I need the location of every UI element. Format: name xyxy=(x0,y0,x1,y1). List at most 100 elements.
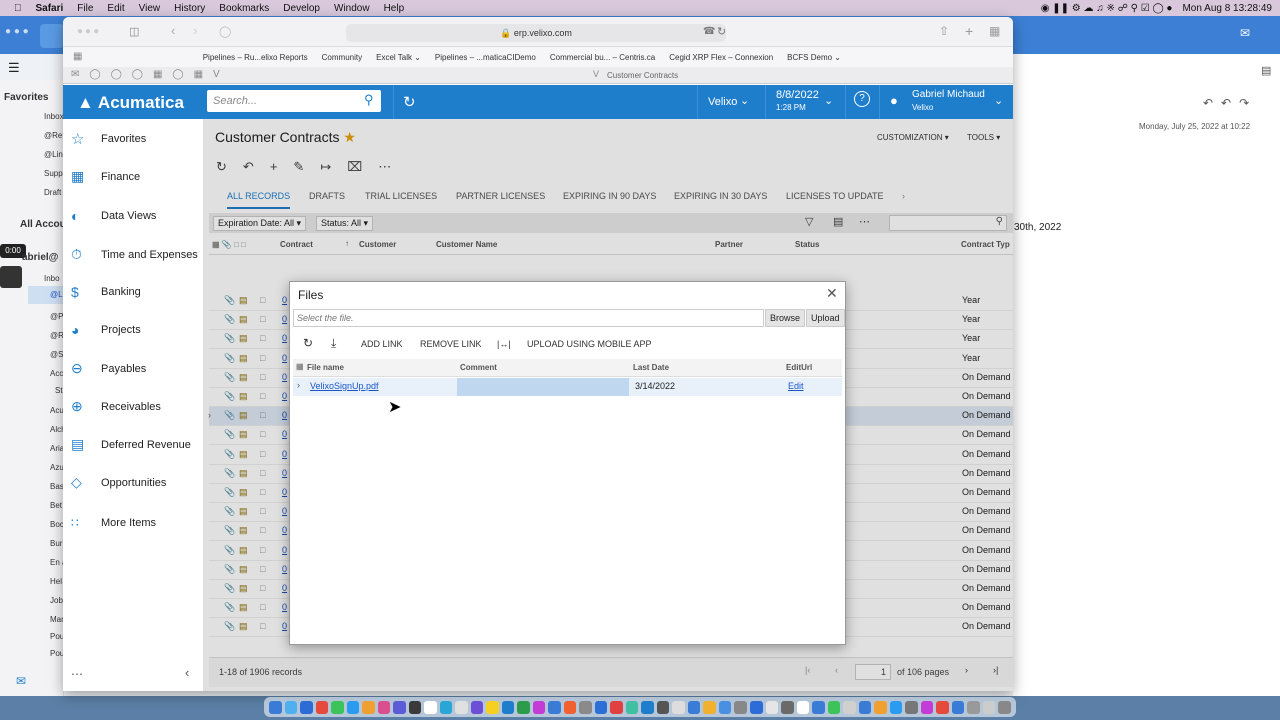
bookmark-item[interactable]: Excel Talk ⌄ xyxy=(376,53,421,62)
file-row[interactable]: › VelixoSignUp.pdf 3/14/2022 Edit xyxy=(293,378,842,396)
dock-app-icon[interactable] xyxy=(765,700,779,714)
record-stop-button[interactable] xyxy=(0,266,22,288)
compose-icon[interactable] xyxy=(40,24,64,48)
add-link-button[interactable]: ADD LINK xyxy=(361,339,403,349)
menu-safari[interactable]: Safari xyxy=(36,3,64,14)
dock-app-icon[interactable] xyxy=(408,700,422,714)
history-button[interactable]: ↻ xyxy=(393,85,427,119)
dock-app-icon[interactable] xyxy=(672,700,685,714)
bookmark-item[interactable]: BCFS Demo ⌄ xyxy=(787,53,841,62)
bookmark-item[interactable]: Pipelines – ...maticaCIDemo xyxy=(435,53,536,62)
menu-favorites[interactable]: ☆ Favorites xyxy=(71,130,146,148)
menu-opportunities[interactable]: ◇ Opportunities xyxy=(71,474,166,491)
mail-folder[interactable]: Supp xyxy=(44,169,63,178)
collapse-menu-icon[interactable]: ‹ xyxy=(185,665,189,680)
dock-app-icon[interactable] xyxy=(315,700,329,714)
menu-finance[interactable]: ▦ Finance xyxy=(71,168,140,185)
dock-app-icon[interactable] xyxy=(827,700,841,714)
dock-app-icon[interactable] xyxy=(874,700,887,714)
grid-settings-icon[interactable]: ▦ xyxy=(296,362,304,371)
dock-app-icon[interactable] xyxy=(532,700,546,714)
sidebar-toggle-icon[interactable]: ☰ xyxy=(8,60,20,76)
mail-folder[interactable]: Acu xyxy=(50,406,64,415)
dock-app-icon[interactable] xyxy=(501,700,515,714)
layout-icon[interactable]: ▤ xyxy=(1261,64,1271,77)
menu-window[interactable]: Window xyxy=(334,3,370,14)
dock-app-icon[interactable] xyxy=(718,700,732,714)
dock-app-icon[interactable] xyxy=(967,700,980,714)
new-tab-icon[interactable]: + xyxy=(965,23,973,39)
dock-app-icon[interactable] xyxy=(656,700,670,714)
privacy-icon[interactable]: ◯ xyxy=(219,25,231,38)
dock-app-icon[interactable] xyxy=(517,700,530,714)
mail-folder[interactable]: Boc xyxy=(50,520,64,529)
col-comment[interactable]: Comment xyxy=(460,363,497,372)
grid-icon[interactable]: ▦ xyxy=(73,51,82,62)
file-name-link[interactable]: VelixoSignUp.pdf xyxy=(310,381,379,391)
menu-file[interactable]: File xyxy=(77,3,93,14)
menu-help[interactable]: Help xyxy=(384,3,405,14)
mail-folder[interactable]: Inbo xyxy=(44,274,60,283)
dock-app-icon[interactable] xyxy=(641,700,654,714)
upload-button[interactable]: Upload xyxy=(806,309,845,327)
dock-app-icon[interactable] xyxy=(749,700,763,714)
mail-folder[interactable]: Azu xyxy=(50,463,64,472)
help-button[interactable]: ? xyxy=(845,85,879,119)
expand-row-icon[interactable]: › xyxy=(297,380,300,390)
translate-icon[interactable]: ☎ xyxy=(703,26,715,37)
dock-app-icon[interactable] xyxy=(300,700,313,714)
dock-app-icon[interactable] xyxy=(610,700,623,714)
share-icon[interactable]: ⇧ xyxy=(939,24,949,38)
search-icon[interactable]: ⚲ xyxy=(364,92,374,108)
dock-app-icon[interactable] xyxy=(470,700,484,714)
mail-folder[interactable]: @Lin xyxy=(44,150,63,159)
close-icon[interactable]: ✕ xyxy=(826,285,838,302)
dock-app-icon[interactable] xyxy=(796,700,810,714)
bookmark-item[interactable]: Pipelines – Ru...elixo Reports xyxy=(203,53,308,62)
menu-payables[interactable]: ⊖ Payables xyxy=(71,360,146,377)
menu-more-items[interactable]: ∷ More Items xyxy=(71,516,156,530)
acumatica-logo[interactable]: ▲ Acumatica xyxy=(77,93,184,113)
menu-view[interactable]: View xyxy=(139,3,161,14)
dock-app-icon[interactable] xyxy=(951,700,965,714)
dock-app-icon[interactable] xyxy=(858,700,872,714)
dock-app-icon[interactable] xyxy=(982,700,996,714)
mail-folder[interactable]: Job xyxy=(50,596,63,605)
dock-app-icon[interactable] xyxy=(843,700,856,714)
dock-app-icon[interactable] xyxy=(781,700,794,714)
search-input[interactable]: Search... xyxy=(207,90,381,112)
mail-folder[interactable]: Hel xyxy=(50,577,62,586)
user-menu[interactable]: ● Gabriel Michaud Velixo ⌄ xyxy=(879,85,1013,119)
remove-link-button[interactable]: REMOVE LINK xyxy=(420,339,482,349)
upload-mobile-button[interactable]: UPLOAD USING MOBILE APP xyxy=(527,339,652,349)
mail-icon[interactable]: ✉ xyxy=(16,674,26,688)
dock-app-icon[interactable] xyxy=(563,700,577,714)
menu-history[interactable]: History xyxy=(174,3,205,14)
reload-icon[interactable]: ↻ xyxy=(717,25,726,38)
dock-app-icon[interactable] xyxy=(439,700,453,714)
dock-app-icon[interactable] xyxy=(377,700,391,714)
menu-develop[interactable]: Develop xyxy=(283,3,320,14)
back-icon[interactable]: ‹ xyxy=(171,23,175,38)
download-icon[interactable]: ⤓ xyxy=(331,336,336,351)
address-bar[interactable]: 🔒 erp.velixo.com xyxy=(346,24,726,42)
dock-app-icon[interactable] xyxy=(594,700,608,714)
sidebar-icon[interactable]: ◫ xyxy=(129,25,139,38)
dock-app-icon[interactable] xyxy=(579,700,592,714)
menu-bookmarks[interactable]: Bookmarks xyxy=(219,3,269,14)
mail-folder[interactable]: Bas xyxy=(50,482,64,491)
window-controls-icon[interactable]: ● ● ● xyxy=(5,26,29,37)
dock-app-icon[interactable] xyxy=(455,700,468,714)
company-selector[interactable]: Velixo ⌄ xyxy=(697,85,765,119)
mail-folder[interactable]: Draft xyxy=(44,188,61,197)
bookmark-item[interactable]: Community xyxy=(322,53,362,62)
menubar-clock[interactable]: Mon Aug 8 13:28:49 xyxy=(1182,3,1272,14)
mail-folder[interactable]: @Re xyxy=(44,131,62,140)
browse-button[interactable]: Browse xyxy=(765,309,806,327)
mail-favorites-heading[interactable]: Favorites xyxy=(4,92,48,103)
menu-edit[interactable]: Edit xyxy=(107,3,124,14)
mail-folder[interactable]: St xyxy=(55,386,63,395)
col-last-date[interactable]: Last Date xyxy=(633,363,669,372)
dock-app-icon[interactable] xyxy=(889,700,903,714)
dock-app-icon[interactable] xyxy=(936,700,949,714)
